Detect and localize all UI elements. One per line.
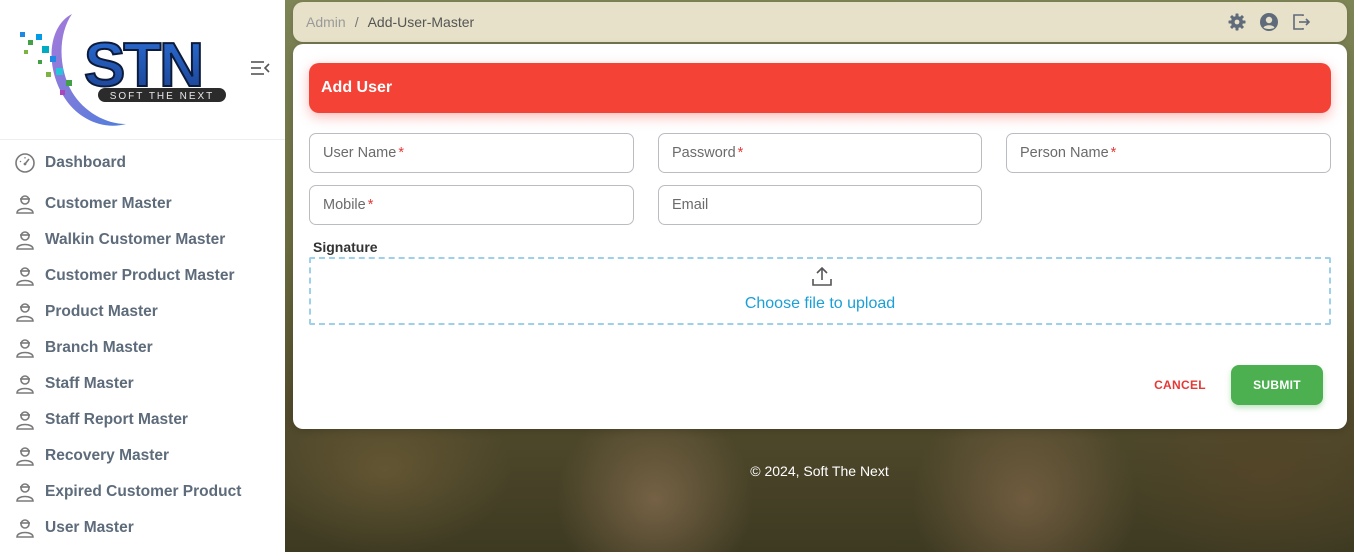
sidebar-item-customer-master[interactable]: Customer Master — [0, 186, 285, 222]
card-title: Add User — [321, 79, 393, 96]
email-field[interactable]: Email — [658, 185, 982, 225]
required-mark: * — [1110, 145, 1117, 161]
sidebar-item-label: Branch Master — [45, 339, 153, 356]
sidebar-item-label: Walkin Customer Master — [45, 231, 226, 248]
submit-button[interactable]: SUBMIT — [1231, 365, 1323, 405]
sidebar-item-label: Product Master — [45, 303, 158, 320]
signature-upload-dropzone[interactable]: Choose file to upload — [309, 257, 1331, 325]
user-icon — [16, 483, 34, 502]
sidebar-item-recovery-master[interactable]: Recovery Master — [0, 438, 285, 474]
signature-label: Signature — [313, 239, 378, 255]
sidebar-item-label: User Master — [45, 519, 134, 536]
sidebar-item-user-master[interactable]: User Master — [0, 510, 285, 546]
password-field[interactable]: Password * — [658, 133, 982, 173]
user-name-field[interactable]: User Name * — [309, 133, 634, 173]
person-name-label: Person Name * — [1020, 145, 1117, 161]
sidebar-item-label: Staff Master — [45, 375, 134, 392]
sidebar: STN SOFT THE NEXT Dashboard Customer Mas… — [0, 0, 285, 552]
breadcrumb-current: Add-User-Master — [367, 14, 475, 30]
breadcrumb-separator: / — [354, 14, 359, 30]
card-header: Add User — [309, 63, 1331, 113]
user-icon — [16, 303, 34, 322]
person-name-field[interactable]: Person Name * — [1006, 133, 1331, 173]
logo-area: STN SOFT THE NEXT — [0, 0, 285, 140]
sidebar-item-label: Customer Product Master — [45, 267, 235, 284]
footer-copyright: © 2024, Soft The Next — [750, 463, 889, 479]
sidebar-item-branch-master[interactable]: Branch Master — [0, 330, 285, 366]
breadcrumb: Admin / Add-User-Master — [306, 14, 474, 30]
email-label: Email — [672, 197, 709, 213]
user-icon — [16, 195, 34, 214]
svg-text:SOFT THE NEXT: SOFT THE NEXT — [110, 91, 215, 102]
user-icon — [16, 411, 34, 430]
topbar: Admin / Add-User-Master — [293, 2, 1347, 42]
sidebar-item-label: Customer Master — [45, 195, 172, 212]
password-label: Password * — [672, 145, 744, 161]
user-icon — [16, 339, 34, 358]
user-icon — [16, 267, 34, 286]
sidebar-item-product-master[interactable]: Product Master — [0, 294, 285, 330]
required-mark: * — [367, 197, 374, 213]
sidebar-item-label: Dashboard — [45, 154, 126, 171]
sidebar-item-walkin-customer-master[interactable]: Walkin Customer Master — [0, 222, 285, 258]
cancel-button[interactable]: CANCEL — [1145, 372, 1215, 398]
breadcrumb-admin-link[interactable]: Admin — [306, 14, 346, 30]
stn-logo: STN SOFT THE NEXT — [20, 14, 226, 126]
sidebar-item-staff-master[interactable]: Staff Master — [0, 366, 285, 402]
sidebar-item-customer-product-master[interactable]: Customer Product Master — [0, 258, 285, 294]
account-icon[interactable] — [1259, 12, 1279, 32]
required-mark: * — [737, 145, 744, 161]
required-mark: * — [398, 145, 404, 161]
user-name-label: User Name * — [323, 145, 404, 161]
sidebar-nav: Dashboard Customer Master Walkin Custome… — [0, 144, 285, 546]
user-icon — [16, 231, 34, 250]
sidebar-item-label: Expired Customer Product — [45, 483, 242, 500]
user-icon — [16, 519, 34, 538]
upload-icon — [812, 266, 832, 286]
gear-icon[interactable] — [1227, 12, 1247, 32]
user-icon — [16, 375, 34, 394]
topbar-icons — [1227, 12, 1311, 32]
dashboard-gauge-icon — [15, 153, 35, 173]
sidebar-item-label: Recovery Master — [45, 447, 170, 464]
upload-text: Choose file to upload — [744, 295, 896, 312]
logout-icon[interactable] — [1291, 12, 1311, 32]
mobile-label: Mobile * — [323, 197, 374, 213]
sidebar-collapse-button[interactable] — [249, 58, 271, 78]
sidebar-item-expired-customer-product[interactable]: Expired Customer Product — [0, 474, 285, 510]
mobile-field[interactable]: Mobile * — [309, 185, 634, 225]
sidebar-item-staff-report-master[interactable]: Staff Report Master — [0, 402, 285, 438]
add-user-card: Add User User Name * Password * Person Nam… — [293, 44, 1347, 429]
sidebar-item-dashboard[interactable]: Dashboard — [0, 144, 285, 182]
sidebar-item-label: Staff Report Master — [45, 411, 188, 428]
user-icon — [16, 447, 34, 466]
